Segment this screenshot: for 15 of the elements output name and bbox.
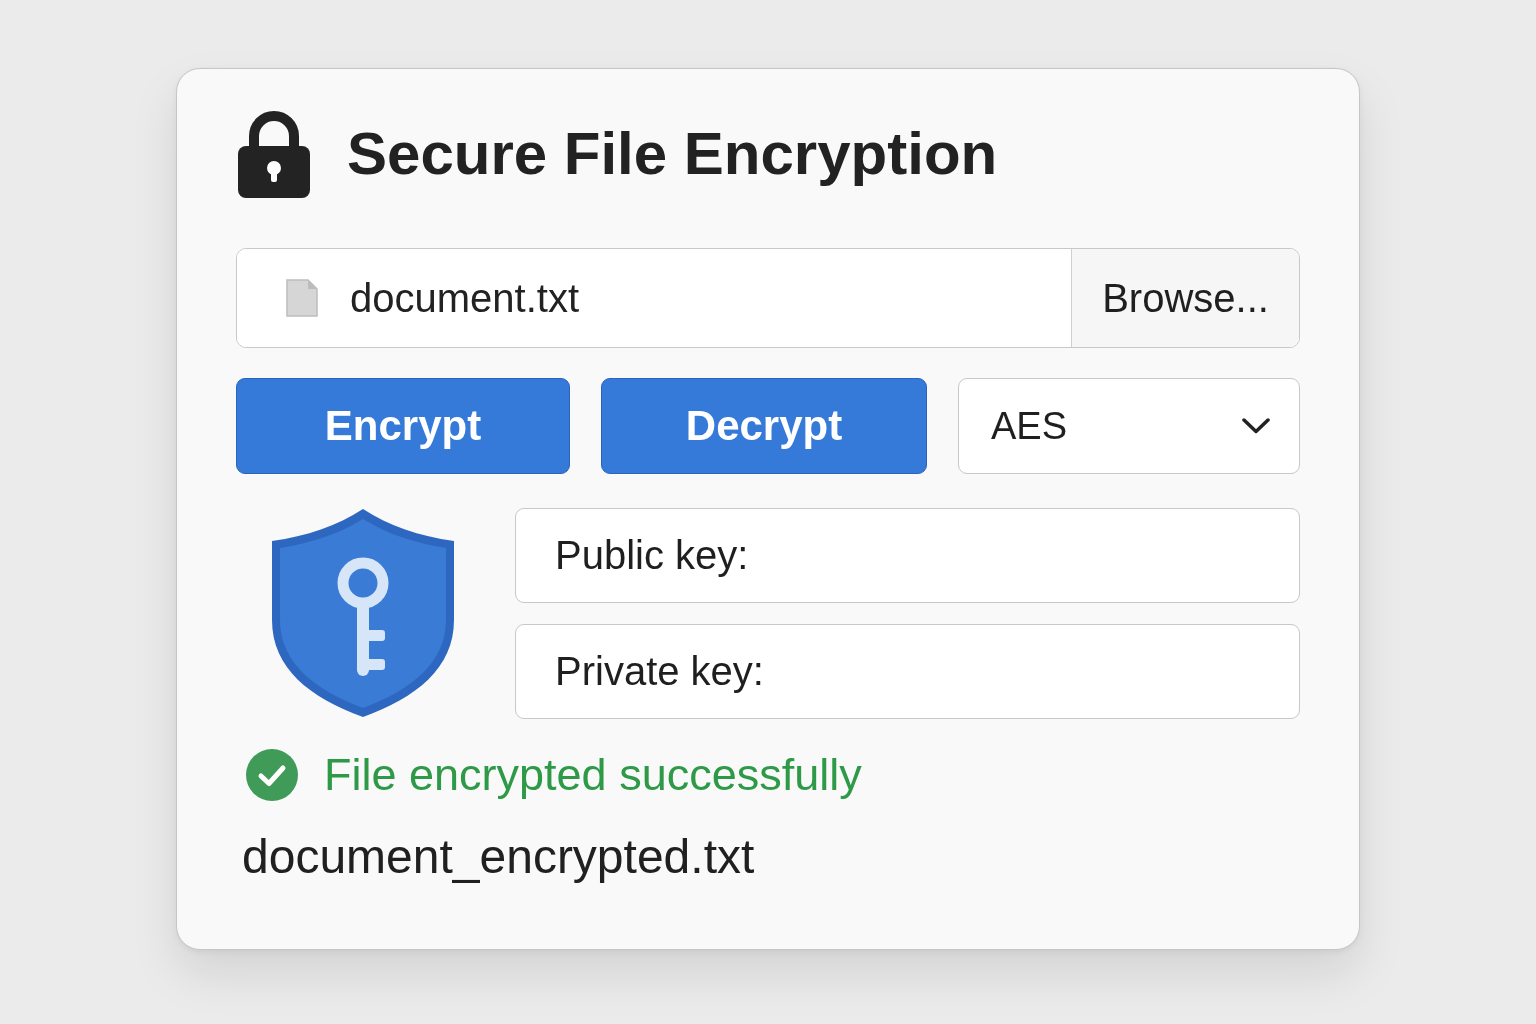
lock-icon [238, 110, 310, 198]
file-icon [286, 279, 318, 317]
chevron-down-icon [1242, 418, 1270, 434]
status-message: File encrypted successfully [324, 749, 862, 801]
output-file-name: document_encrypted.txt [242, 829, 755, 885]
private-key-field[interactable]: Private key: [515, 624, 1300, 719]
decrypt-button[interactable]: Decrypt [601, 378, 927, 474]
window-title: Secure File Encryption [347, 121, 998, 187]
encrypt-button[interactable]: Encrypt [236, 378, 570, 474]
public-key-field[interactable]: Public key: [515, 508, 1300, 603]
file-name: document.txt [350, 275, 579, 321]
shield-key-icon [271, 508, 455, 718]
check-circle-icon [246, 749, 298, 801]
algorithm-dropdown[interactable]: AES [958, 378, 1300, 474]
browse-button[interactable]: Browse... [1071, 249, 1299, 347]
